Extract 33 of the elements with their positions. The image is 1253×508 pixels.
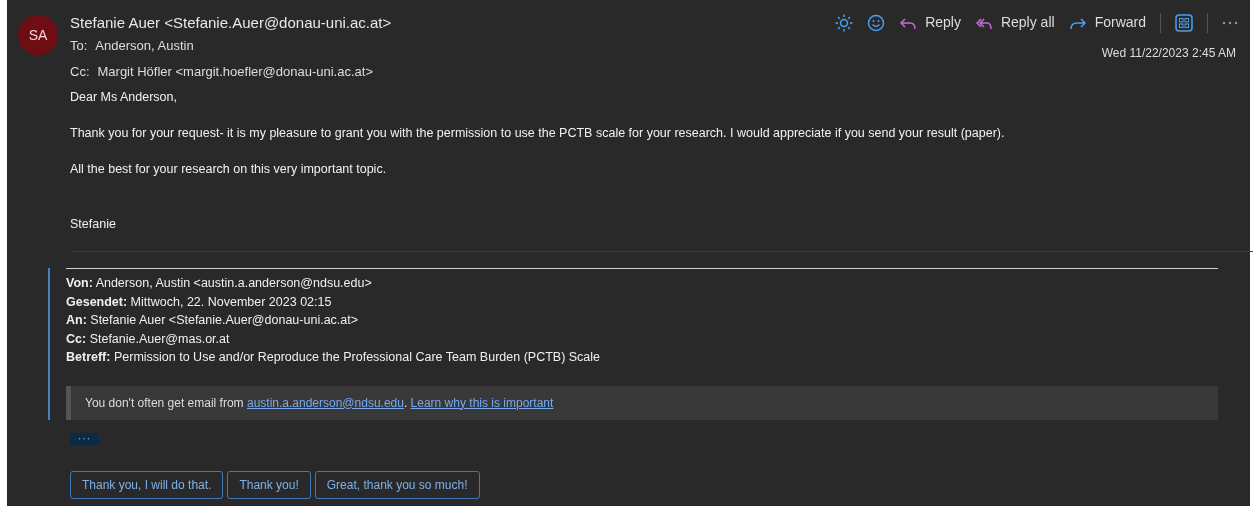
reply-button[interactable]: Reply xyxy=(899,12,961,33)
forward-button[interactable]: Forward xyxy=(1068,12,1146,33)
reply-all-icon xyxy=(974,15,993,30)
quoted-header-line: An: Stefanie Auer <Stefanie.Auer@donau-uni.ac.at> xyxy=(66,312,360,329)
reply-icon xyxy=(899,15,918,30)
suggested-reply-button[interactable]: Great, thank you so much! xyxy=(314,470,480,499)
quoted-header-line: Betreff: Permission to Use and/or Reproduce the Professional Care Team Burden (PCTB) Scale xyxy=(66,349,602,366)
quoted-header-line: Von: Anderson, Austin <austin.a.anderson@ndsu.edu> xyxy=(66,275,373,292)
body-paragraph: Thank you for your request- it is my pleasure to grant you with the permission to use the PCTB scale for your research. I would appreciate if you send your result (paper). xyxy=(70,125,1006,141)
reply-all-button[interactable]: Reply all xyxy=(974,12,1055,33)
email-link[interactable]: austin.a.anderson@ndsu.edu xyxy=(246,395,404,410)
cc-label: Cc: xyxy=(70,63,90,81)
quoted-header-line: Gesendet: Mittwoch, 22. November 2023 02:15 xyxy=(66,293,333,311)
suggested-reply-button[interactable]: Thank you, I will do that. xyxy=(70,470,224,499)
message-date: Wed 11/22/2023 2:45 AM xyxy=(1101,45,1236,62)
suggested-reply-button[interactable]: Thank you! xyxy=(227,470,311,499)
cc-recipient: Margit Höfler <margit.hoefler@donau-uni.ac.at> xyxy=(97,63,373,81)
body-paragraph: All the best for your research on this very important topic. xyxy=(70,161,388,177)
brightness-icon[interactable] xyxy=(835,13,854,32)
emoji-icon[interactable] xyxy=(867,13,886,32)
body-paragraph: Stefanie xyxy=(70,216,117,232)
sender-name: Stefanie Auer <Stefanie.Auer@donau-uni.ac.at> xyxy=(70,13,392,33)
apps-icon[interactable] xyxy=(1175,13,1193,32)
quoted-header-line: Cc: Stefanie.Auer@mas.or.at xyxy=(66,330,231,348)
more-icon[interactable] xyxy=(1222,20,1238,25)
forward-icon xyxy=(1068,15,1087,30)
learn-more-link[interactable]: Learn why this is important xyxy=(410,395,554,410)
notice-text: You don't often get email from austin.a.anderson@ndsu.edu. Learn why this is important xyxy=(85,395,554,410)
avatar: SA xyxy=(18,15,58,55)
recipient-name: Anderson, Austin xyxy=(95,37,194,55)
body-paragraph: Dear Ms Anderson, xyxy=(70,89,178,105)
show-more-button[interactable]: ··· xyxy=(70,432,99,445)
to-label: To: xyxy=(70,37,88,55)
